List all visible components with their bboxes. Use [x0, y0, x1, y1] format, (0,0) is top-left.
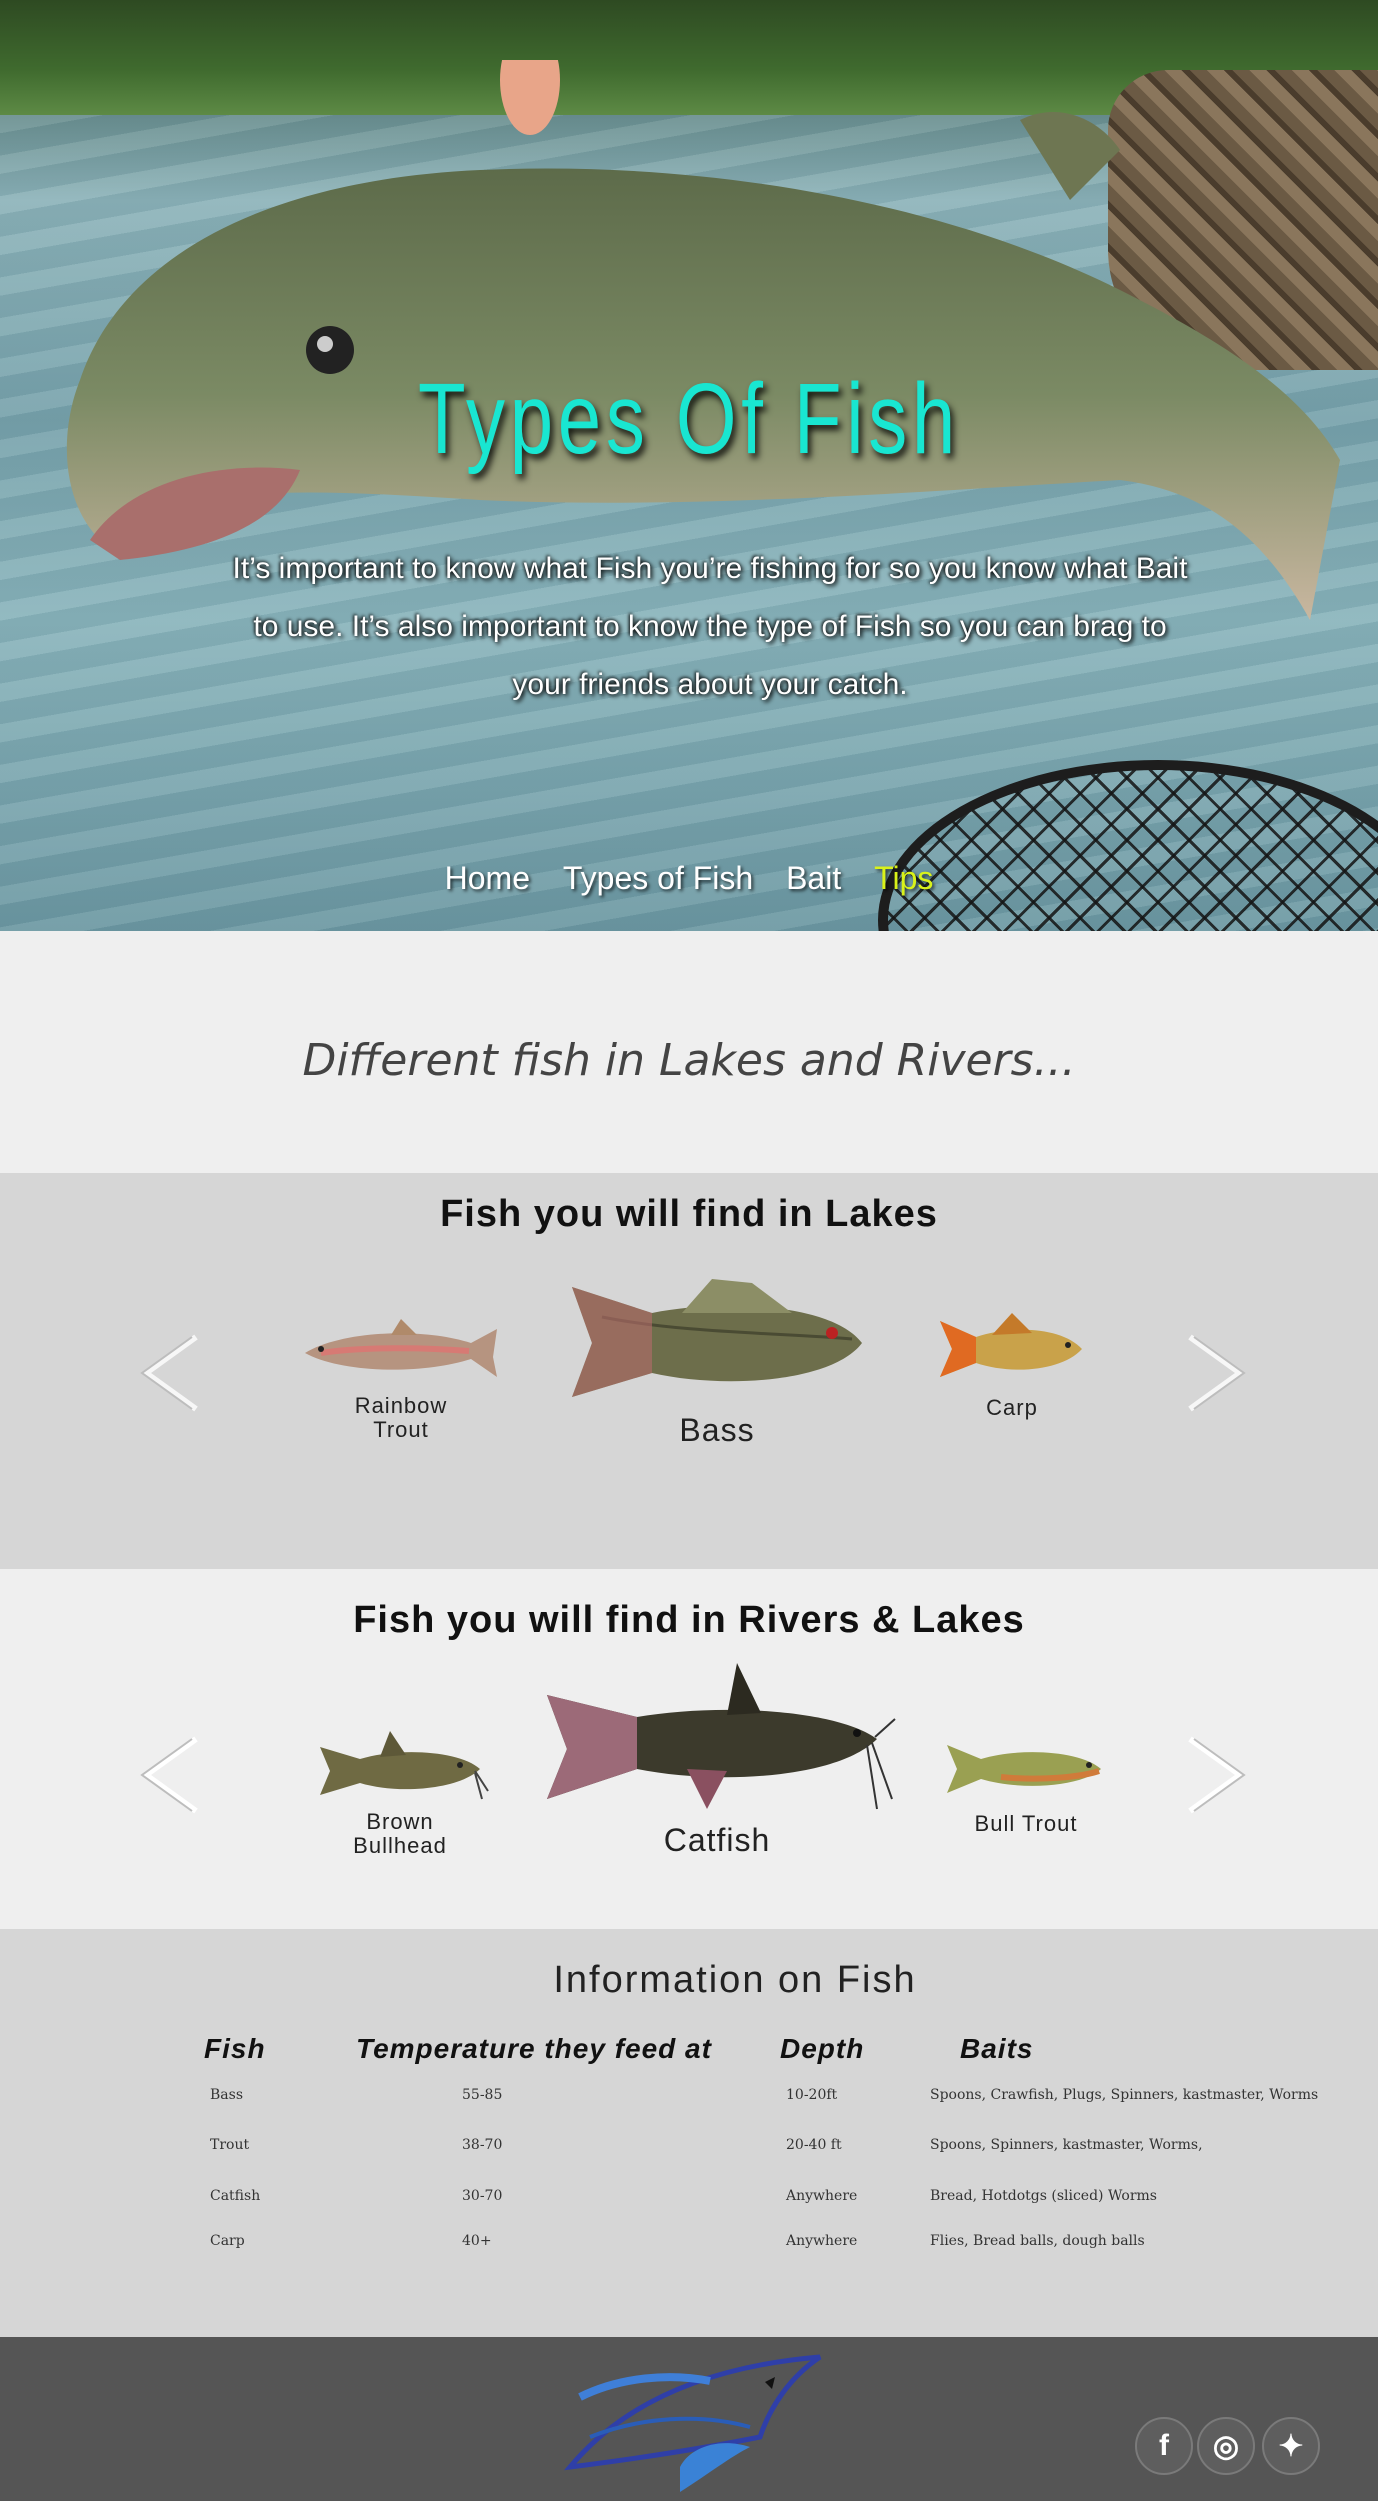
facebook-icon[interactable]: f — [1135, 2417, 1193, 2475]
table-cell-fish: Carp — [210, 2233, 245, 2249]
table-cell-baits: Spoons, Crawfish, Plugs, Spinners, kastm… — [930, 2087, 1319, 2103]
column-header-depth: Depth — [780, 2033, 865, 2064]
facebook-glyph: f — [1159, 2429, 1169, 2462]
table-cell-depth: Anywhere — [786, 2233, 858, 2249]
bass-image — [572, 1279, 862, 1397]
nav-types-of-fish[interactable]: Types of Fish — [563, 860, 753, 896]
column-header-temperature: Temperature they feed at — [356, 2033, 712, 2064]
main-nav: Home Types of Fish Bait Tips — [0, 860, 1378, 897]
fish-caption: Catfish — [663, 1822, 771, 1858]
nav-home[interactable]: Home — [445, 860, 530, 896]
fish-card-rainbow-trout[interactable]: Rainbow Trout — [296, 1313, 506, 1442]
nav-bait[interactable]: Bait — [786, 860, 841, 896]
twitter-glyph: ✦ — [1278, 2429, 1304, 2463]
brown-bullhead-image — [320, 1731, 489, 1800]
table-cell-fish: Trout — [210, 2137, 250, 2153]
fish-info-section: Information on Fish Fish Temperature the… — [0, 1929, 1378, 2337]
table-cell-depth: Anywhere — [786, 2188, 858, 2204]
table-cell-temperature: 55-85 — [462, 2087, 503, 2103]
fish-card-bass[interactable]: Bass — [552, 1273, 882, 1448]
nav-tips[interactable]: Tips — [874, 860, 933, 896]
rivers-carousel: Fish you will find in Rivers & Lakes Bro… — [0, 1569, 1378, 1929]
info-heading: Information on Fish — [553, 1959, 917, 2001]
fish-caption: Carp — [986, 1395, 1038, 1420]
table-cell-temperature: 38-70 — [462, 2137, 503, 2153]
instagram-glyph: ◎ — [1212, 2429, 1240, 2463]
hero-banner: Types Of Fish It’s important to know wha… — [0, 0, 1378, 931]
twitter-icon[interactable]: ✦ — [1262, 2417, 1320, 2475]
prev-arrow-icon[interactable] — [138, 1333, 202, 1413]
fish-caption: Bull Trout — [974, 1811, 1078, 1836]
table-cell-fish: Catfish — [210, 2188, 261, 2204]
column-header-fish: Fish — [204, 2033, 266, 2064]
section-subtitle: Different fish in Lakes and Rivers... — [302, 1035, 1076, 1086]
table-cell-baits: Bread, Hotdotgs (sliced) Worms — [930, 2188, 1157, 2204]
table-cell-temperature: 40+ — [462, 2233, 492, 2249]
instagram-icon[interactable]: ◎ — [1197, 2417, 1255, 2475]
table-cell-baits: Flies, Bread balls, dough balls — [930, 2233, 1145, 2249]
rainbow-trout-image — [305, 1319, 497, 1377]
fish-card-brown-bullhead[interactable]: Brown Bullhead — [300, 1725, 500, 1858]
fish-caption: Brown Bullhead — [353, 1809, 447, 1858]
fish-card-catfish[interactable]: Catfish — [532, 1659, 902, 1858]
table-cell-baits: Spoons, Spinners, kastmaster, Worms, — [930, 2137, 1203, 2153]
fish-caption: Rainbow Trout — [354, 1393, 448, 1442]
table-cell-fish: Bass — [210, 2087, 244, 2103]
table-cell-temperature: 30-70 — [462, 2188, 503, 2204]
fish-card-carp[interactable]: Carp — [922, 1309, 1102, 1420]
lakes-heading: Fish you will find in Lakes — [440, 1193, 938, 1235]
hero-intro-text: It’s important to know what Fish you’re … — [232, 552, 1188, 701]
catfish-image — [547, 1663, 896, 1810]
next-arrow-icon[interactable] — [1184, 1735, 1248, 1815]
site-footer: f ◎ ✦ — [0, 2337, 1378, 2501]
column-header-baits: Baits — [960, 2033, 1034, 2064]
fish-logo-icon — [564, 2354, 822, 2492]
page-title: Types Of Fish — [417, 363, 960, 475]
rivers-heading: Fish you will find in Rivers & Lakes — [353, 1599, 1025, 1641]
bull-trout-image — [947, 1745, 1101, 1793]
intro-band: Different fish in Lakes and Rivers... — [0, 931, 1378, 1173]
lakes-carousel: Fish you will find in Lakes Rainbow Trou… — [0, 1173, 1378, 1569]
fish-caption: Bass — [679, 1412, 755, 1448]
fish-card-bull-trout[interactable]: Bull Trout — [936, 1733, 1116, 1836]
carp-image — [940, 1313, 1082, 1377]
table-cell-depth: 10-20ft — [786, 2087, 838, 2103]
prev-arrow-icon[interactable] — [138, 1735, 202, 1815]
next-arrow-icon[interactable] — [1184, 1333, 1248, 1413]
table-cell-depth: 20-40 ft — [786, 2137, 842, 2153]
